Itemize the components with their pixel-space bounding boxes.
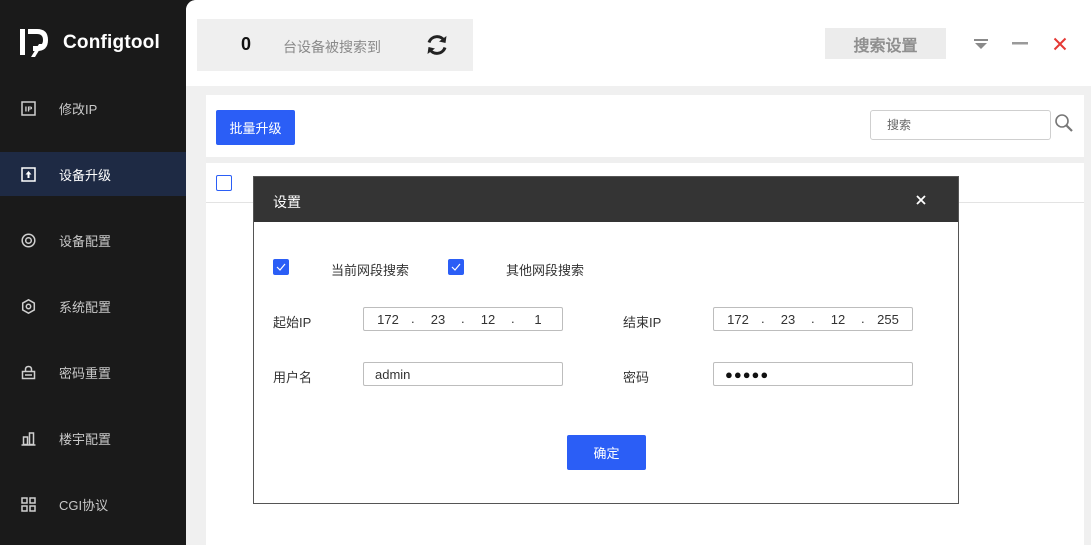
device-count: 0 [241,34,252,54]
building-icon [20,430,36,446]
ip-segment[interactable]: 23 [768,312,808,327]
search-icon[interactable] [1054,113,1074,133]
ip-separator: . [761,311,765,326]
current-segment-checkbox[interactable] [273,259,289,275]
batch-upgrade-button[interactable]: 批量升级 [216,110,295,145]
sidebar-item-building-config[interactable]: 楼宇配置 [0,416,186,460]
sidebar-item-modify-ip[interactable]: IP 修改IP [0,86,186,130]
ip-icon: IP [20,100,36,116]
password-field[interactable]: ●●●●● [713,362,913,386]
select-all-checkbox[interactable] [216,175,232,191]
device-count-label: 台设备被搜索到 [283,39,381,55]
top-bar: 0 台设备被搜索到 搜索设置 [186,0,1091,86]
password-label: 密码 [623,370,650,385]
sidebar-item-label: 系统配置 [59,299,112,315]
sidebar: Configtool IP 修改IP 设备升级 设备配置 系统配置 密码重置 楼… [0,0,186,545]
sidebar-item-device-upgrade[interactable]: 设备升级 [0,152,186,196]
username-field[interactable] [363,362,563,386]
dialog-header: 设置 [254,177,958,222]
search-input[interactable] [870,110,1051,140]
end-ip-label: 结束IP [623,315,662,330]
start-ip-field[interactable]: 172 . 23 . 12 . 1 [363,307,563,331]
ip-separator: . [511,311,515,326]
search-settings-button[interactable]: 搜索设置 [825,28,946,59]
hexagon-gear-icon [20,298,36,314]
svg-text:IP: IP [24,105,32,113]
ip-segment[interactable]: 12 [818,312,858,327]
sidebar-item-label: CGI协议 [59,497,109,513]
dialog-title: 设置 [273,194,301,210]
other-segment-checkbox[interactable] [448,259,464,275]
refresh-icon[interactable] [424,32,450,58]
dialog-close-icon[interactable] [914,193,928,207]
sidebar-item-password-reset[interactable]: 密码重置 [0,350,186,394]
end-ip-field[interactable]: 172 . 23 . 12 . 255 [713,307,913,331]
username-label: 用户名 [273,370,313,385]
dropdown-icon[interactable] [970,33,992,55]
ip-segment[interactable]: 1 [518,312,558,327]
other-segment-label: 其他网段搜索 [506,263,585,278]
sidebar-item-label: 密码重置 [59,365,112,381]
grid-icon [20,496,36,512]
ip-segment[interactable]: 12 [468,312,508,327]
current-segment-label: 当前网段搜索 [331,263,410,278]
confirm-button[interactable]: 确定 [567,435,646,470]
ip-separator: . [461,311,465,326]
ip-segment[interactable]: 172 [368,312,408,327]
target-icon [20,232,36,248]
password-mask: ●●●●● [725,367,770,382]
settings-dialog: 设置 当前网段搜索 其他网段搜索 起始IP 172 . 23 . 12 . 1 … [253,176,959,504]
sidebar-item-device-config[interactable]: 设备配置 [0,218,186,262]
sidebar-item-label: 楼宇配置 [59,431,112,447]
brand: Configtool [18,26,160,60]
close-icon[interactable] [1049,33,1071,55]
device-count-box: 0 台设备被搜索到 [197,19,473,71]
sidebar-item-system-config[interactable]: 系统配置 [0,284,186,328]
sidebar-item-label: 修改IP [59,101,98,117]
sidebar-item-label: 设备升级 [59,167,112,183]
ip-segment[interactable]: 255 [868,312,908,327]
upload-icon [20,166,36,182]
lock-icon [20,364,36,380]
minimize-icon[interactable] [1009,33,1031,55]
ip-separator: . [411,311,415,326]
ip-separator: . [811,311,815,326]
app-logo-icon [18,26,52,60]
ip-separator: . [861,311,865,326]
app-name: Configtool [63,32,160,53]
ip-segment[interactable]: 172 [718,312,758,327]
ip-segment[interactable]: 23 [418,312,458,327]
sidebar-item-cgi-protocol[interactable]: CGI协议 [0,482,186,526]
sidebar-item-label: 设备配置 [59,233,112,249]
start-ip-label: 起始IP [273,315,312,330]
